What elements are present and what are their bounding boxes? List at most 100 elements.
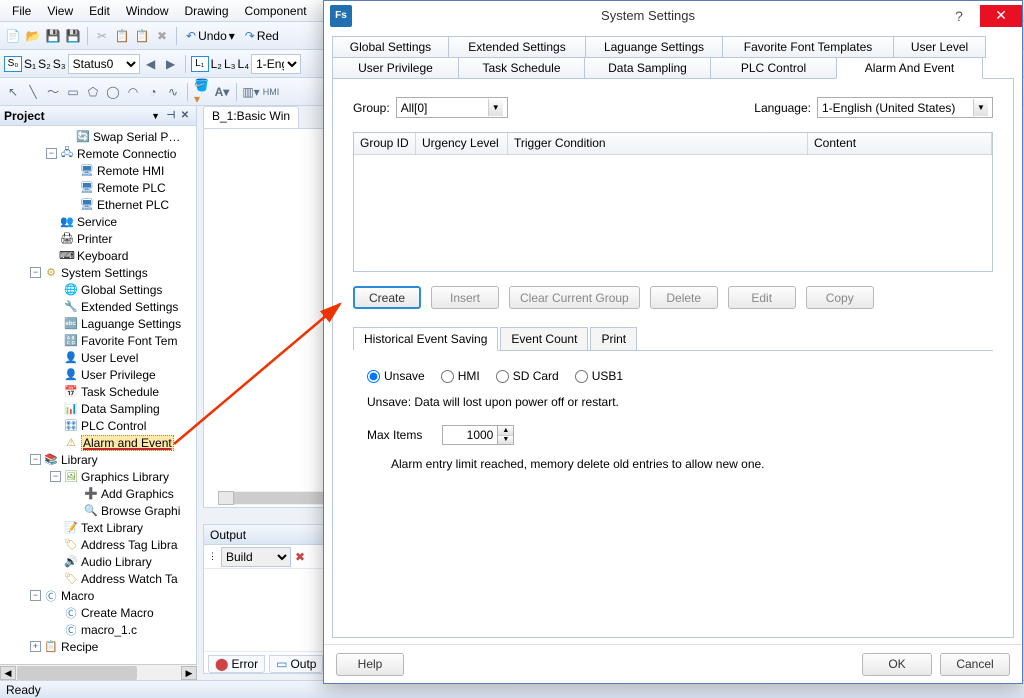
pin-icon[interactable]: ⊣ bbox=[164, 109, 178, 123]
tree-remote-plc[interactable]: Remote PLC bbox=[97, 181, 166, 195]
redo-button[interactable]: ↷Red bbox=[241, 28, 283, 44]
col-trigger[interactable]: Trigger Condition bbox=[508, 133, 808, 154]
tab-task[interactable]: Task Schedule bbox=[458, 57, 585, 79]
cut-icon[interactable]: ✂ bbox=[93, 27, 111, 45]
col-urgency[interactable]: Urgency Level bbox=[416, 133, 508, 154]
alarm-grid[interactable]: Group ID Urgency Level Trigger Condition… bbox=[353, 132, 993, 272]
group-combo[interactable]: All[0]▼ bbox=[396, 97, 508, 118]
tree-remote-conn[interactable]: Remote Connectio bbox=[77, 147, 176, 161]
ellipse-icon[interactable]: ◯ bbox=[104, 83, 122, 101]
tree-global[interactable]: Global Settings bbox=[81, 283, 162, 297]
tree-remote-hmi[interactable]: Remote HMI bbox=[97, 164, 164, 178]
tree-favfont[interactable]: Favorite Font Tem bbox=[81, 334, 177, 348]
clear-output-icon[interactable]: ✖ bbox=[295, 550, 305, 564]
panel-menu-icon[interactable]: ▼ bbox=[151, 111, 160, 121]
subtab-historical[interactable]: Historical Event Saving bbox=[353, 327, 498, 351]
paste-icon[interactable]: 📋 bbox=[133, 27, 151, 45]
fill-icon[interactable]: 🪣▾ bbox=[193, 83, 211, 101]
delete-button[interactable]: Delete bbox=[650, 286, 718, 309]
s3-label[interactable]: S₃ bbox=[53, 57, 66, 71]
chevron-down-icon[interactable]: ▼ bbox=[488, 99, 503, 116]
tree-keyboard[interactable]: Keyboard bbox=[77, 249, 128, 263]
tree-addrtag[interactable]: Address Tag Libra bbox=[81, 538, 178, 552]
tree-plc[interactable]: PLC Control bbox=[81, 419, 146, 433]
tree-swap[interactable]: Swap Serial P… bbox=[93, 130, 180, 144]
tree-add-graphics[interactable]: Add Graphics bbox=[101, 487, 174, 501]
radio-sd[interactable]: SD Card bbox=[496, 369, 559, 383]
tab-userpriv[interactable]: User Privilege bbox=[332, 57, 459, 79]
tab-userlevel[interactable]: User Level bbox=[893, 36, 986, 58]
expander-icon[interactable]: − bbox=[50, 471, 61, 482]
arc-icon[interactable]: ◠ bbox=[124, 83, 142, 101]
tab-alarm[interactable]: Alarm And Event bbox=[836, 57, 983, 79]
polygon-icon[interactable]: ⬠ bbox=[84, 83, 102, 101]
radio-usb1[interactable]: USB1 bbox=[575, 369, 623, 383]
expander-icon[interactable]: − bbox=[30, 267, 41, 278]
status-next-icon[interactable]: ▶ bbox=[162, 55, 180, 73]
insert-button[interactable]: Insert bbox=[431, 286, 499, 309]
tree-graphics[interactable]: Graphics Library bbox=[81, 470, 169, 484]
tree-sampling[interactable]: Data Sampling bbox=[81, 402, 160, 416]
s1-label[interactable]: S₁ bbox=[24, 57, 36, 71]
chevron-down-icon[interactable]: ▼ bbox=[973, 99, 988, 116]
tree-task[interactable]: Task Schedule bbox=[81, 385, 159, 399]
copy-button[interactable]: Copy bbox=[806, 286, 874, 309]
tree-create-macro[interactable]: Create Macro bbox=[81, 606, 154, 620]
pointer-icon[interactable]: ↖ bbox=[4, 83, 22, 101]
tree-macro1[interactable]: macro_1.c bbox=[81, 623, 137, 637]
subtab-count[interactable]: Event Count bbox=[500, 327, 588, 351]
menu-file[interactable]: File bbox=[4, 2, 39, 20]
expander-icon[interactable]: − bbox=[30, 454, 41, 465]
menu-component[interactable]: Component bbox=[237, 2, 315, 20]
tree-userpriv[interactable]: User Privilege bbox=[81, 368, 156, 382]
tree-recipe[interactable]: Recipe bbox=[61, 640, 98, 654]
l2-label[interactable]: L₂ bbox=[211, 57, 222, 71]
tab-extended[interactable]: Extended Settings bbox=[448, 36, 586, 58]
tree-userlevel[interactable]: User Level bbox=[81, 351, 138, 365]
polyline-icon[interactable]: 〜 bbox=[44, 83, 62, 101]
close-panel-icon[interactable]: ✕ bbox=[178, 109, 192, 123]
tab-favfont[interactable]: Favorite Font Templates bbox=[722, 36, 894, 58]
curve-icon[interactable]: ∿ bbox=[164, 83, 182, 101]
l4-label[interactable]: L₄ bbox=[238, 57, 250, 71]
tree-library[interactable]: Library bbox=[61, 453, 98, 467]
help-button[interactable]: Help bbox=[336, 653, 404, 676]
menu-window[interactable]: Window bbox=[118, 2, 177, 20]
project-tree[interactable]: 🔄Swap Serial P… −🖧Remote Connectio 🖥Remo… bbox=[0, 126, 196, 680]
cancel-button[interactable]: Cancel bbox=[940, 653, 1010, 676]
tree-browse-graphics[interactable]: Browse Graphi bbox=[101, 504, 180, 518]
radio-hmi[interactable]: HMI bbox=[441, 369, 480, 383]
tab-sampling[interactable]: Data Sampling bbox=[584, 57, 711, 79]
delete-icon[interactable]: ✖ bbox=[153, 27, 171, 45]
tree-eth-plc[interactable]: Ethernet PLC bbox=[97, 198, 169, 212]
tree-textlib[interactable]: Text Library bbox=[81, 521, 143, 535]
undo-button[interactable]: ↶Undo▾ bbox=[182, 28, 239, 44]
line-icon[interactable]: ╲ bbox=[24, 83, 42, 101]
expander-icon[interactable]: − bbox=[46, 148, 57, 159]
tree-hscroll[interactable]: ◀▶ bbox=[0, 664, 197, 680]
tree-language[interactable]: Laguange Settings bbox=[81, 317, 181, 331]
output-tab-output[interactable]: ▭Outp bbox=[269, 655, 323, 673]
status-select[interactable]: Status0 bbox=[68, 54, 140, 74]
save-icon[interactable]: 💾 bbox=[44, 27, 62, 45]
tab-global[interactable]: Global Settings bbox=[332, 36, 449, 58]
tree-printer[interactable]: Printer bbox=[77, 232, 112, 246]
ok-button[interactable]: OK bbox=[862, 653, 932, 676]
open-icon[interactable]: 📂 bbox=[24, 27, 42, 45]
radio-unsave[interactable]: Unsave bbox=[367, 369, 425, 383]
status-prev-icon[interactable]: ◀ bbox=[142, 55, 160, 73]
s0-box[interactable]: S₀ bbox=[4, 56, 22, 72]
subtab-print[interactable]: Print bbox=[590, 327, 637, 351]
a-icon[interactable]: A▾ bbox=[213, 83, 231, 101]
maxitems-spinner[interactable]: ▲▼ bbox=[442, 425, 514, 445]
language-combo[interactable]: 1-English (United States)▼ bbox=[817, 97, 993, 118]
menu-view[interactable]: View bbox=[39, 2, 81, 20]
output-tab-error[interactable]: ⬤Error bbox=[208, 655, 265, 673]
l3-label[interactable]: L₃ bbox=[224, 57, 236, 71]
copy-icon[interactable]: 📋 bbox=[113, 27, 131, 45]
build-select[interactable]: Build bbox=[221, 547, 291, 567]
pie-icon[interactable]: ◔ bbox=[144, 83, 162, 101]
l1-box[interactable]: L₁ bbox=[191, 56, 209, 72]
col-groupid[interactable]: Group ID bbox=[354, 133, 416, 154]
menu-edit[interactable]: Edit bbox=[81, 2, 118, 20]
